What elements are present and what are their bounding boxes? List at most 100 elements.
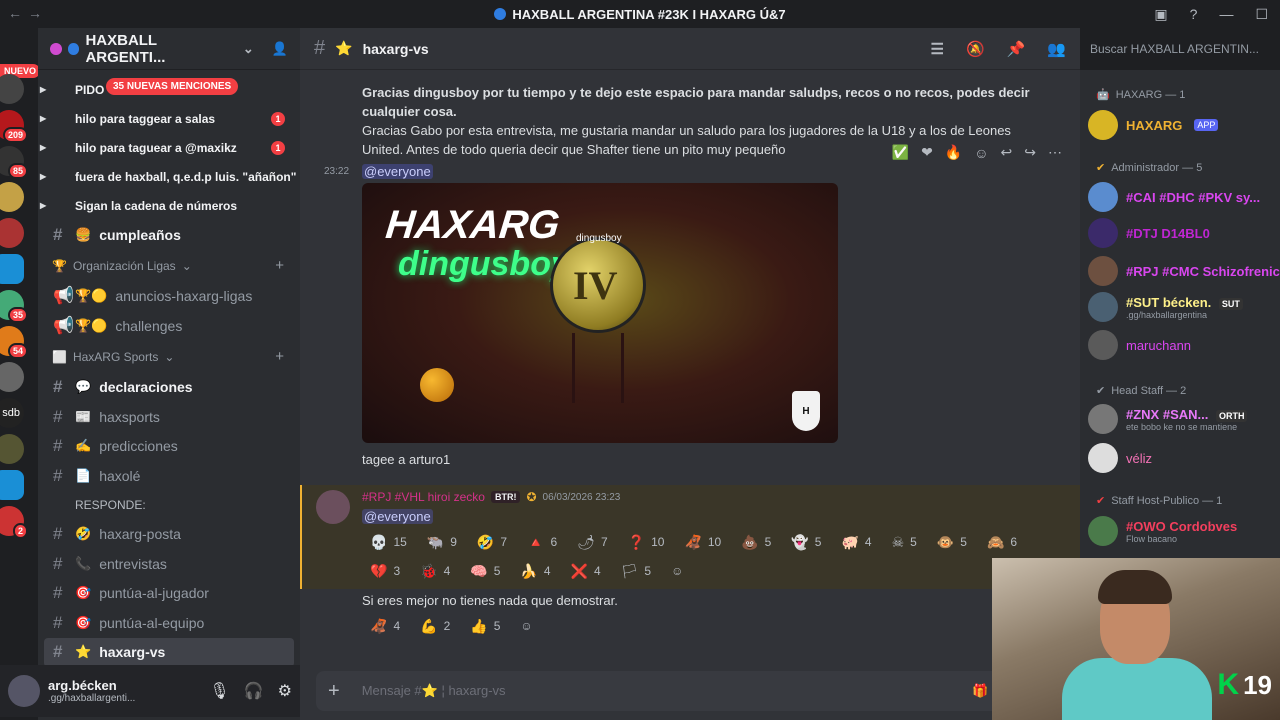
member-item[interactable]: véliz — [1088, 443, 1280, 473]
reaction-chip[interactable]: ❓ 10 — [620, 530, 673, 554]
reaction-chip[interactable]: 🐃 9 — [419, 530, 465, 554]
channel-equipo[interactable]: # 🎯 puntúa-al-equipo — [38, 608, 300, 638]
pin-icon[interactable]: 📌 — [1007, 40, 1026, 58]
channel-haxarg-vs[interactable]: # ⭐ haxarg-vs — [44, 637, 294, 667]
more-icon[interactable]: ⋯ — [1048, 144, 1062, 161]
channel-predicciones[interactable]: # ✍ predicciones — [38, 432, 300, 462]
inbox-icon[interactable]: ▣ — [1154, 6, 1167, 23]
reaction-chip[interactable]: 🧠 5 — [462, 559, 508, 583]
plus-icon[interactable]: + — [328, 680, 340, 703]
add-reaction-icon[interactable]: ☺ — [974, 145, 988, 161]
reaction-chip[interactable]: 🐞 4 — [412, 559, 458, 583]
message-input[interactable]: + Mensaje #⭐ ¦ haxarg-vs 🎁 ▦ ☺ — [316, 671, 1066, 711]
thread-item[interactable]: ▶ hilo para taguear a @maxikz 1 — [38, 133, 300, 162]
server-icon-sdb[interactable]: sdb — [0, 398, 24, 428]
reaction-chip[interactable]: 🌶 7 — [569, 530, 615, 554]
server-header[interactable]: HAXBALL ARGENTI... ⌄ 👤 — [38, 28, 300, 70]
reaction-chip[interactable]: 💔 3 — [362, 559, 408, 583]
member-item[interactable]: #SUT bécken. SUT .gg/haxballargentina — [1088, 292, 1280, 322]
member-item[interactable]: #RPJ #CMC Schizofrenic — [1088, 256, 1280, 286]
thread-item[interactable]: ▶ Sigan la cadena de números — [38, 191, 300, 220]
avatar[interactable] — [316, 490, 350, 524]
channel-declaraciones[interactable]: # 💬 declaraciones — [38, 373, 300, 403]
channel-posta[interactable]: # 🤣 haxarg-posta — [38, 520, 300, 550]
reaction-chip[interactable]: 🙈 6 — [979, 530, 1025, 554]
folder-icon-2[interactable] — [0, 470, 24, 500]
channel-haxole[interactable]: # 📄 haxolé — [38, 461, 300, 491]
search-input[interactable]: Buscar HAXBALL ARGENTIN... — [1080, 28, 1280, 70]
everyone-mention[interactable]: @everyone — [362, 509, 433, 524]
reaction-chip[interactable]: 🐵 5 — [929, 530, 975, 554]
server-icon-5[interactable] — [0, 218, 24, 248]
members-icon[interactable]: 👥 — [1047, 40, 1066, 58]
reaction-chip[interactable]: 🦧 10 — [676, 530, 729, 554]
everyone-mention[interactable]: @everyone — [362, 164, 433, 179]
server-icon-2[interactable]: 209 — [0, 110, 28, 143]
help-icon[interactable]: ? — [1190, 6, 1198, 22]
server-icon-10[interactable]: 2 — [0, 506, 28, 539]
reaction-chip[interactable]: 👻 5 — [783, 530, 829, 554]
add-channel-icon[interactable]: + — [275, 348, 284, 365]
member-item[interactable]: HAXARG APP — [1088, 110, 1280, 140]
gear-icon[interactable]: ⚙ — [278, 681, 292, 701]
reaction-chip[interactable]: 🏳 5 — [613, 559, 659, 583]
channel-challenges[interactable]: 📢 🏆🟡 challenges — [38, 311, 300, 341]
reaction-chip[interactable]: ❌ 4 — [563, 559, 609, 583]
reaction-chip[interactable]: 🤣 7 — [469, 530, 515, 554]
server-icon-9[interactable] — [0, 434, 24, 464]
server-icon-4[interactable] — [0, 182, 24, 212]
microphone-icon[interactable]: 🎙 — [209, 681, 229, 701]
reaction-chip[interactable]: 🦧 4 — [362, 614, 408, 638]
thread-item[interactable]: ▶ fuera de haxball, q.e.d.p luis. "añañon… — [38, 162, 300, 191]
add-member-icon[interactable]: 👤 — [272, 41, 288, 57]
headphones-icon[interactable]: 🎧 — [244, 681, 264, 701]
reaction-chip[interactable]: 💩 5 — [733, 530, 779, 554]
member-item[interactable]: #ZNX #SAN... ORTH ete bobo ke no se manti… — [1088, 404, 1280, 434]
image-attachment[interactable]: HAXARG dingusboy IV dingusboy H — [362, 183, 838, 443]
channel-entrevistas[interactable]: # 📞 entrevistas — [38, 549, 300, 579]
reply-icon[interactable]: ↩ — [1001, 144, 1013, 161]
reaction-chip[interactable]: 🍌 4 — [512, 559, 558, 583]
thread-item[interactable]: ▶ hilo para taggear a salas 1 — [38, 104, 300, 133]
member-item[interactable]: #CAI #DHC #PKV sy... — [1088, 182, 1280, 212]
reaction-chip[interactable]: ☠ 5 — [884, 530, 925, 554]
server-icon-1[interactable] — [0, 74, 24, 104]
reaction-chip[interactable]: 💀 15 — [362, 530, 415, 554]
channel-cumpleanos[interactable]: # 🍔 cumpleaños — [38, 220, 300, 250]
member-item[interactable]: maruchann — [1088, 330, 1280, 360]
author-name[interactable]: #RPJ #VHL hiroi zecko — [362, 490, 485, 504]
heart-reaction-icon[interactable]: ❤ — [921, 144, 933, 161]
add-channel-icon[interactable]: + — [275, 257, 284, 274]
fire-reaction-icon[interactable]: 🔥 — [945, 144, 962, 161]
minimize-button[interactable]: — — [1219, 6, 1233, 22]
member-item[interactable]: #DTJ D14BL0 — [1088, 218, 1280, 248]
add-reaction-icon[interactable]: ☺ — [512, 614, 540, 638]
server-icon-7[interactable]: 54 — [0, 326, 28, 359]
maximize-button[interactable]: ☐ — [1255, 6, 1268, 23]
server-icon-6[interactable]: 35 — [0, 290, 28, 323]
mute-icon[interactable]: 🔕 — [966, 40, 985, 58]
threads-icon[interactable]: ☰ — [930, 40, 943, 58]
avatar[interactable] — [8, 675, 40, 707]
history-nav[interactable]: ←→ — [8, 5, 48, 21]
folder-icon[interactable] — [0, 254, 24, 284]
forward-icon[interactable]: ↪ — [1024, 144, 1036, 161]
chevron-down-icon[interactable]: ⌄ — [243, 41, 254, 57]
channel-haxsports[interactable]: # 📰 haxsports — [38, 402, 300, 432]
channel-anuncios[interactable]: 📢 🏆🟡 anuncios-haxarg-ligas — [38, 282, 300, 312]
reaction-chip[interactable]: 👍 5 — [462, 614, 508, 638]
add-reaction-icon[interactable]: ☺ — [663, 559, 691, 583]
server-icon-8[interactable] — [0, 362, 24, 392]
thread-item[interactable]: ▶ PIDO — [38, 75, 300, 104]
member-item[interactable]: #OWO Cordobves Flow bacano — [1088, 516, 1280, 546]
server-icon-3[interactable]: 85 — [0, 146, 28, 179]
category-ligas[interactable]: 🏆 Organización Ligas ⌄ + — [38, 250, 300, 282]
reaction-chip[interactable]: 🐖 4 — [833, 530, 879, 554]
reaction-chip[interactable]: 🔺 6 — [519, 530, 565, 554]
member-name: maruchann — [1126, 337, 1192, 353]
channel-jugador[interactable]: # 🎯 puntúa-al-jugador — [38, 579, 300, 609]
gift-icon[interactable]: 🎁 — [972, 683, 988, 699]
check-reaction-icon[interactable]: ✅ — [892, 144, 909, 161]
reaction-chip[interactable]: 💪 2 — [412, 614, 458, 638]
category-sports[interactable]: ⬜ HaxARG Sports ⌄ + — [38, 341, 300, 373]
